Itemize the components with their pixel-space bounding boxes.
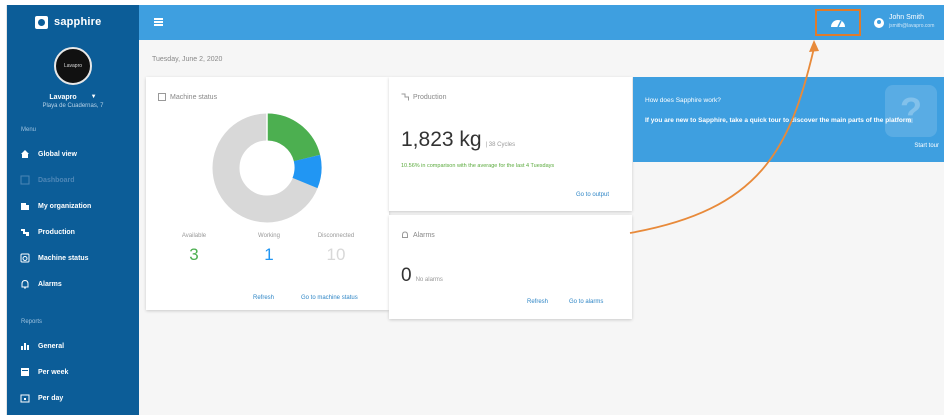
donut-working-segment	[292, 154, 322, 189]
production-title: Production	[401, 93, 446, 101]
working-value: 1	[264, 245, 274, 264]
tour-button[interactable]	[815, 9, 861, 36]
top-user[interactable]: John Smith jsmith@lavapro.com	[889, 14, 934, 30]
home-icon	[20, 149, 30, 159]
sidebar-item-label: Dashboard	[38, 176, 75, 184]
top-user-email: jsmith@lavapro.com	[889, 23, 935, 29]
machine-icon	[20, 253, 30, 263]
machine-status-title: Machine status	[158, 93, 217, 101]
user-account-icon[interactable]	[874, 18, 884, 28]
bar-chart-icon	[20, 341, 30, 351]
production-comparison: 10.56% in comparison with the average fo…	[401, 163, 555, 169]
sidebar-item-alarms[interactable]: Alarms	[7, 271, 139, 297]
alarms-sub: No alarms	[415, 277, 443, 283]
production-title-text: Production	[413, 93, 447, 101]
working-label: Working	[258, 233, 280, 239]
gauge-icon	[831, 20, 845, 28]
sidebar-item-label: Per day	[38, 394, 64, 402]
production-icon	[20, 227, 30, 237]
question-mark-icon: ?	[885, 85, 937, 137]
available-label: Available	[181, 233, 207, 239]
bell-icon	[402, 231, 408, 238]
sidebar-item-per-week[interactable]: Per week	[7, 359, 139, 385]
brand-name: sapphire	[54, 16, 102, 28]
reports-nav: General Per week Per day	[7, 333, 139, 411]
sidebar-item-label: Production	[38, 228, 75, 236]
sapphire-logo-icon	[35, 15, 48, 29]
tour-title: How does Sapphire work?	[645, 97, 721, 104]
brand[interactable]: sapphire	[7, 5, 139, 39]
bell-icon	[20, 279, 30, 289]
alarms-refresh-link[interactable]: Refresh	[527, 299, 548, 305]
menu-section-label: Menu	[21, 127, 37, 133]
sidebar: sapphire Lavapro Lavapro ▼ Playa de Cuad…	[7, 5, 139, 415]
reports-section-label: Reports	[21, 319, 43, 325]
sidebar-user-location: Playa de Cuadernas, 7	[42, 103, 104, 109]
current-date: Tuesday, June 2, 2020	[152, 56, 223, 63]
sidebar-item-label: My organization	[38, 202, 92, 210]
machine-status-card: Machine status Available 3 Working 1 Dis…	[146, 77, 389, 310]
machine-icon	[158, 93, 166, 101]
disconnected-value: 10	[326, 245, 346, 264]
sidebar-item-general[interactable]: General	[7, 333, 139, 359]
alarms-title: Alarms	[401, 231, 435, 239]
alarms-value: 0 No alarms	[401, 265, 443, 287]
alarms-count: 0	[401, 265, 412, 286]
caret-down-icon[interactable]: ▼	[91, 93, 97, 102]
go-to-output-link[interactable]: Go to output	[576, 192, 609, 198]
avatar: Lavapro	[54, 47, 92, 85]
production-value: 1,823 kg | 38 Cycles	[401, 128, 515, 152]
sidebar-item-global-view[interactable]: Global view	[7, 141, 139, 167]
sidebar-item-label: Alarms	[38, 280, 62, 288]
production-icon	[401, 93, 409, 101]
dashboard-icon	[20, 175, 30, 185]
sidebar-item-label: Per week	[38, 368, 69, 376]
production-card: Production 1,823 kg | 38 Cycles 10.56% i…	[389, 77, 632, 211]
alarms-title-text: Alarms	[413, 231, 435, 239]
sidebar-item-label: Machine status	[38, 254, 89, 262]
app-window: sapphire Lavapro Lavapro ▼ Playa de Cuad…	[6, 5, 944, 415]
donut-available-segment	[266, 113, 321, 163]
top-user-name: John Smith	[889, 14, 925, 21]
production-cycles: | 38 Cycles	[485, 142, 516, 148]
sidebar-item-my-organization[interactable]: My organization	[7, 193, 139, 219]
tour-card: ? How does Sapphire work? If you are new…	[633, 77, 944, 162]
sidebar-user-name: Lavapro	[49, 94, 77, 101]
production-kg: 1,823 kg	[401, 128, 482, 151]
sidebar-item-machine-status[interactable]: Machine status	[7, 245, 139, 271]
go-to-machine-status-link[interactable]: Go to machine status	[301, 295, 358, 301]
go-to-alarms-link[interactable]: Go to alarms	[569, 299, 603, 305]
machine-refresh-link[interactable]: Refresh	[253, 295, 274, 301]
start-tour-link[interactable]: Start tour	[914, 143, 939, 149]
available-value: 3	[189, 245, 199, 264]
menu-nav: Global view Dashboard My organization Pr…	[7, 141, 139, 297]
building-icon	[20, 201, 30, 211]
calendar-week-icon	[20, 367, 30, 377]
hamburger-menu-icon[interactable]	[154, 18, 163, 26]
sidebar-user[interactable]: Lavapro ▼ Playa de Cuadernas, 7	[7, 90, 139, 111]
calendar-day-icon	[20, 393, 30, 403]
sidebar-item-label: Global view	[38, 150, 77, 158]
top-bar: John Smith jsmith@lavapro.com	[139, 5, 944, 40]
disconnected-label: Disconnected	[317, 233, 355, 239]
tour-text: If you are new to Sapphire, take a quick…	[645, 117, 912, 124]
sidebar-item-dashboard[interactable]: Dashboard	[7, 167, 139, 193]
sidebar-item-label: General	[38, 342, 65, 350]
machine-status-donut-chart	[212, 113, 322, 223]
sidebar-item-per-day[interactable]: Per day	[7, 385, 139, 411]
avatar-text: Lavapro	[63, 63, 83, 69]
sidebar-item-production[interactable]: Production	[7, 219, 139, 245]
machine-status-title-text: Machine status	[170, 93, 218, 101]
alarms-card: Alarms 0 No alarms Refresh Go to alarms	[389, 215, 632, 319]
